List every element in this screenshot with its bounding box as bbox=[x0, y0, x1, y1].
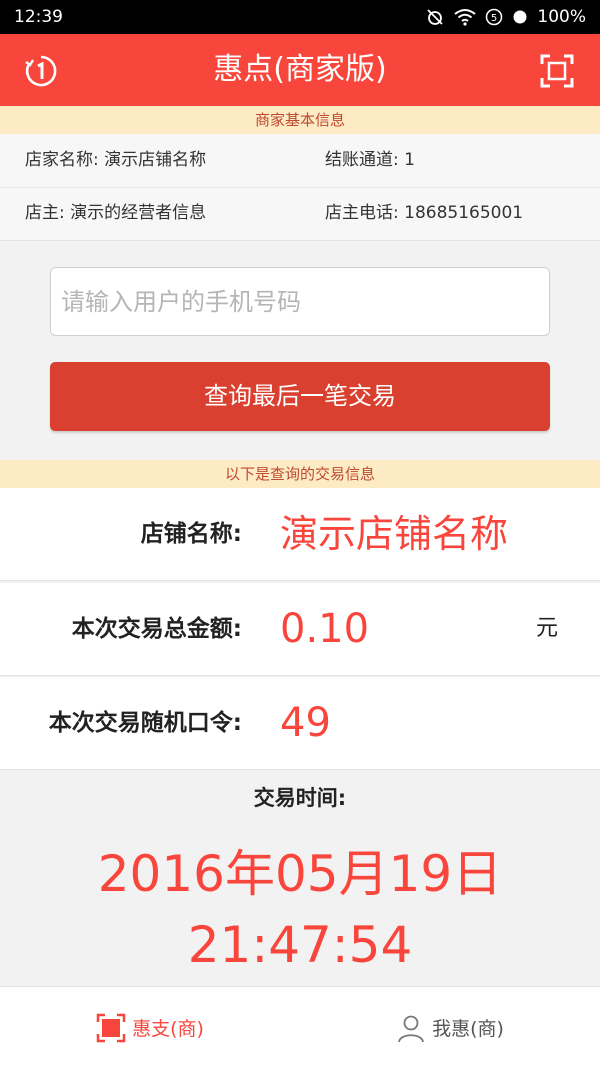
merchant-info-row: 店主: 演示的经营者信息 店主电话: 18685165001 bbox=[0, 187, 600, 240]
tab-label: 我惠(商) bbox=[432, 1018, 504, 1040]
user-icon bbox=[396, 1013, 426, 1043]
merchant-info-section-title: 商家基本信息 bbox=[0, 106, 600, 134]
status-icons: 5 100% bbox=[425, 7, 586, 27]
tab-wohui[interactable]: 我惠(商) bbox=[300, 987, 600, 1068]
svg-text:5: 5 bbox=[491, 13, 497, 24]
result-shop-row: 店铺名称: 演示店铺名称 bbox=[0, 488, 600, 581]
page-title: 惠点(商家版) bbox=[213, 52, 387, 87]
merchant-info-card: 店家名称: 演示店铺名称 结账通道: 1 店主: 演示的经营者信息 店主电话: … bbox=[0, 134, 600, 241]
transaction-time-area: 交易时间: 2016年05月19日 21:47:54 bbox=[0, 770, 600, 986]
amount-unit: 元 bbox=[535, 616, 558, 641]
result-amount-row: 本次交易总金额: 0.10 元 bbox=[0, 583, 600, 676]
owner-text: 店主: 演示的经营者信息 bbox=[25, 203, 207, 223]
battery-percent: 100% bbox=[537, 7, 586, 27]
battery-icon bbox=[512, 9, 528, 25]
result-code-row: 本次交易随机口令: 49 bbox=[0, 677, 600, 770]
transaction-clock-value: 21:47:54 bbox=[187, 916, 413, 974]
bottom-tab-bar: 惠支(商) 我惠(商) bbox=[0, 986, 600, 1068]
shop-name-value: 演示店铺名称 bbox=[280, 512, 509, 556]
owner-phone-text: 店主电话: 18685165001 bbox=[325, 203, 524, 223]
status-bar: 12:39 5 100% bbox=[0, 0, 600, 34]
random-code-value: 49 bbox=[280, 700, 331, 746]
wifi-icon bbox=[454, 8, 477, 26]
amount-label: 本次交易总金额: bbox=[71, 616, 242, 642]
transaction-info-section-title: 以下是查询的交易信息 bbox=[0, 460, 600, 488]
alarm-off-icon bbox=[425, 7, 445, 27]
shop-name-text: 店家名称: 演示店铺名称 bbox=[25, 150, 207, 170]
phone-number-input[interactable] bbox=[50, 267, 550, 336]
merchant-info-row: 店家名称: 演示店铺名称 结账通道: 1 bbox=[0, 134, 600, 188]
transaction-time-label: 交易时间: bbox=[253, 786, 347, 810]
scan-frame-icon bbox=[96, 1013, 126, 1043]
checkout-channel-text: 结账通道: 1 bbox=[325, 150, 415, 170]
status-time: 12:39 bbox=[14, 7, 63, 27]
scan-icon[interactable] bbox=[540, 54, 574, 88]
tab-label: 惠支(商) bbox=[132, 1018, 204, 1040]
shop-name-label: 店铺名称: bbox=[140, 521, 242, 547]
amount-value: 0.10 bbox=[280, 606, 370, 652]
sim-5-icon: 5 bbox=[485, 8, 503, 26]
transaction-date-value: 2016年05月19日 bbox=[97, 845, 503, 903]
tab-huizhi[interactable]: 惠支(商) bbox=[0, 987, 300, 1068]
app-header: 惠点(商家版) bbox=[0, 34, 600, 106]
random-code-label: 本次交易随机口令: bbox=[48, 710, 242, 736]
query-last-transaction-button[interactable]: 查询最后一笔交易 bbox=[50, 362, 550, 431]
